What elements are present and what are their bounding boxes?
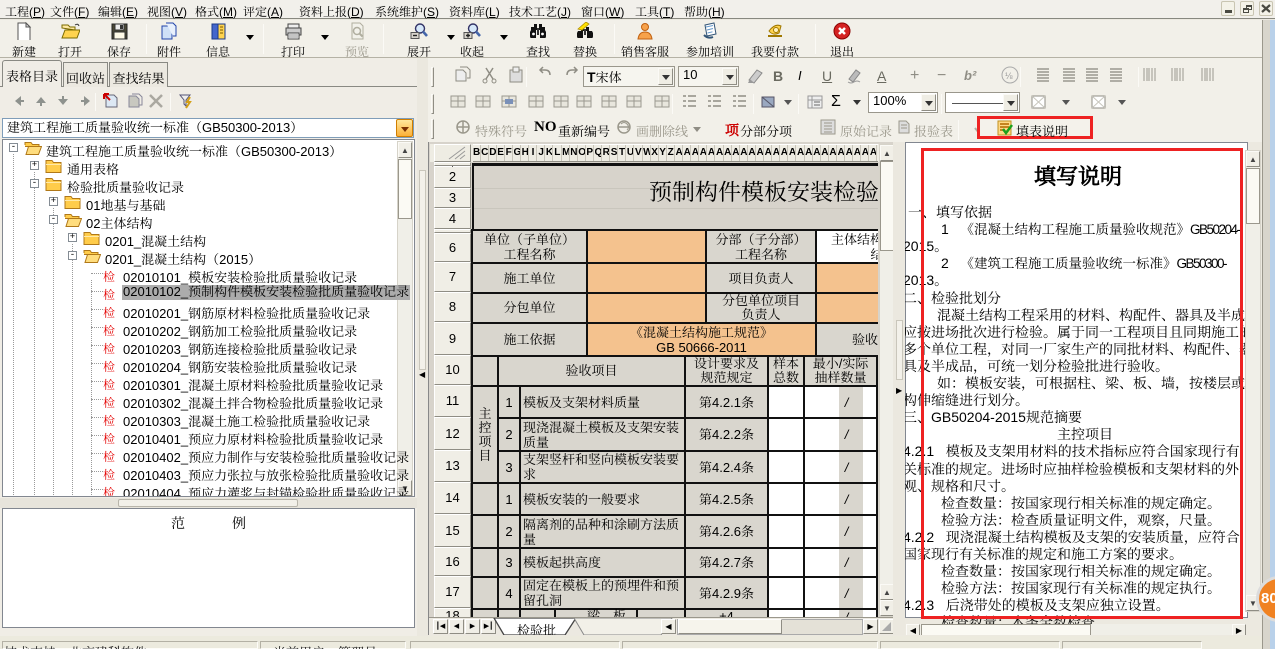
- svg-text:⅛: ⅛: [1005, 71, 1013, 81]
